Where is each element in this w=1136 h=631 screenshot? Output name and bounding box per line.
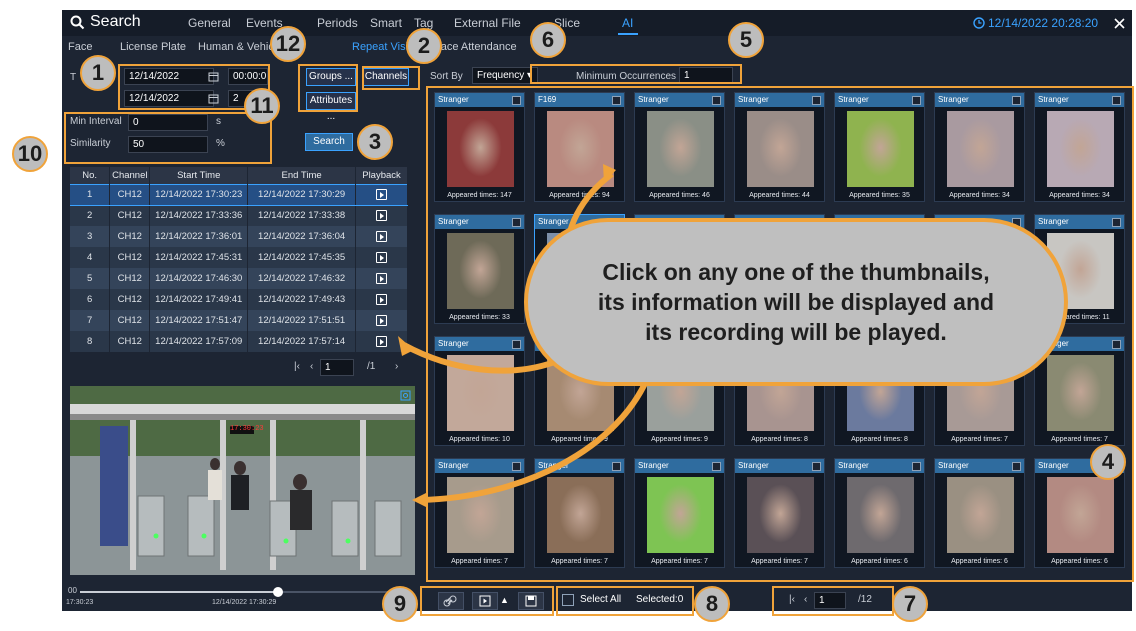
callout-11: 11 [244, 88, 280, 124]
callout-line-3: its recording will be played. [645, 319, 947, 345]
callout-9: 9 [382, 586, 418, 622]
callout-5: 5 [728, 22, 764, 58]
callout-2: 2 [406, 28, 442, 64]
callout-12: 12 [270, 26, 306, 62]
callout-6: 6 [530, 22, 566, 58]
callout-3: 3 [357, 124, 393, 160]
instruction-callout: Click on any one of the thumbnails, its … [524, 218, 1068, 386]
callout-line-2: its information will be displayed and [597, 289, 995, 315]
callout-1: 1 [80, 55, 116, 91]
callout-4: 4 [1090, 444, 1126, 480]
callout-line-1: Click on any one of the thumbnails, [602, 259, 990, 285]
callout-10: 10 [12, 136, 48, 172]
callout-8: 8 [694, 586, 730, 622]
callout-7: 7 [892, 586, 928, 622]
